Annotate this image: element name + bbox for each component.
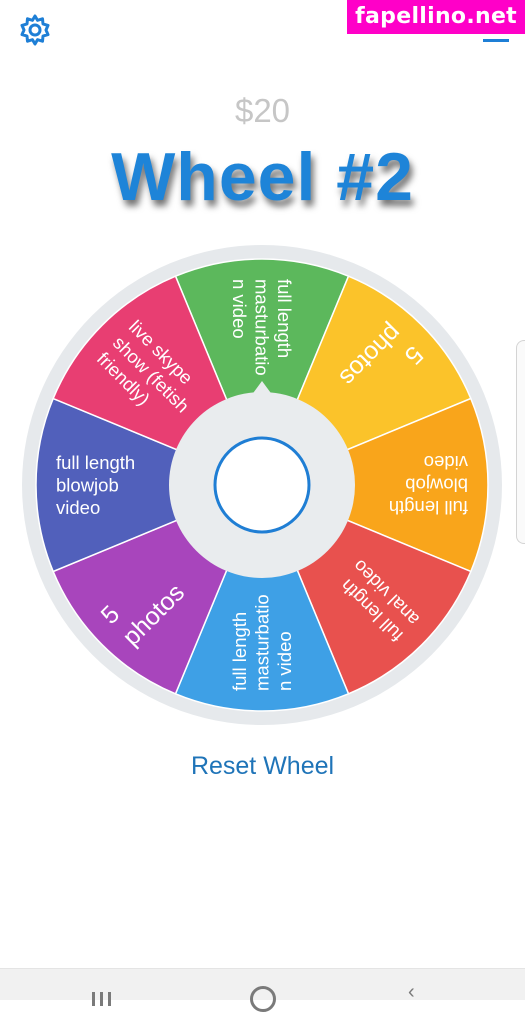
system-nav-bar: ‹ — [0, 968, 525, 1012]
recents-icon[interactable] — [90, 992, 118, 1006]
segment-label: full length — [389, 497, 468, 518]
segment-label: masturbatio — [252, 594, 273, 691]
segment-label: video — [56, 497, 100, 518]
segment-label: full length — [229, 612, 250, 691]
home-icon[interactable] — [250, 986, 276, 1012]
prize-wheel[interactable]: full lengthmasturbation video5photosfull… — [0, 0, 525, 1000]
reset-wheel-button[interactable]: Reset Wheel — [0, 752, 525, 781]
segment-label: masturbatio — [252, 279, 273, 376]
segment-label: blowjob — [56, 475, 119, 496]
segment-label: full length — [56, 452, 135, 473]
segment-label: blowjob — [405, 475, 468, 496]
segment-label: n video — [229, 279, 250, 339]
segment-label: video — [424, 452, 468, 473]
spin-button[interactable] — [213, 436, 311, 534]
segment-label: n video — [274, 631, 295, 691]
wheel-container: full length masturbatio n video 5 photos full… — [0, 0, 525, 1000]
segment-label: full length — [274, 279, 295, 358]
back-icon[interactable]: ‹ — [408, 981, 415, 1004]
edge-panel-handle[interactable] — [516, 340, 525, 544]
